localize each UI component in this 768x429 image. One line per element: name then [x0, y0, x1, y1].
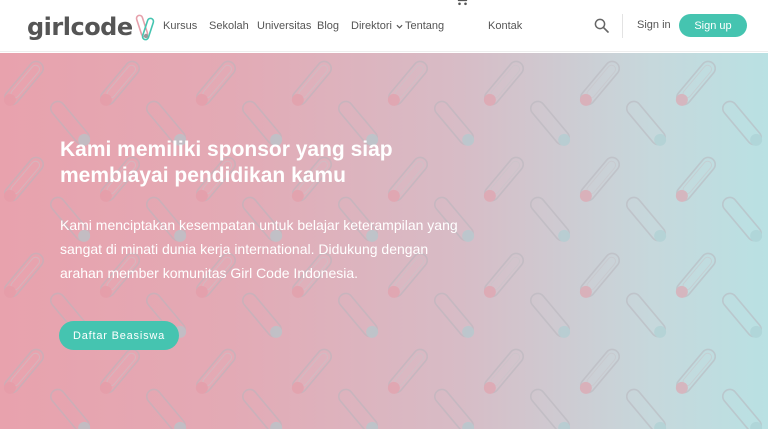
cart-icon: [457, 0, 468, 6]
nav-tentang[interactable]: Tentang: [405, 20, 444, 32]
nav-cart[interactable]: [454, 0, 469, 6]
signin-link[interactable]: Sign in: [637, 19, 671, 31]
nav-universitas[interactable]: Universitas: [257, 20, 311, 32]
nav-direktori-label: Direktori: [351, 20, 392, 32]
search-icon[interactable]: [594, 18, 609, 33]
daftar-beasiswa-button[interactable]: Daftar Beasiswa: [59, 321, 179, 350]
hero-title: Kami memiliki sponsor yang siap membiaya…: [60, 138, 393, 187]
hero-section: Kami memiliki sponsor yang siap membiaya…: [0, 53, 768, 429]
safety-pin-logo-icon: [135, 14, 154, 41]
nav-kontak[interactable]: Kontak: [488, 20, 522, 32]
logo-text: girlcode: [27, 13, 133, 41]
signup-button[interactable]: Sign up: [679, 14, 747, 37]
chevron-down-icon: [396, 24, 403, 29]
header-divider: [622, 14, 623, 38]
logo[interactable]: girlcode: [27, 11, 158, 43]
site-header: girlcode Kursus Sekolah Universitas Blog…: [0, 0, 768, 52]
hero-description: Kami menciptakan kesempatan untuk belaja…: [60, 217, 458, 281]
nav-blog[interactable]: Blog: [317, 20, 339, 32]
nav-kursus[interactable]: Kursus: [163, 20, 197, 32]
nav-sekolah[interactable]: Sekolah: [209, 20, 249, 32]
nav-direktori[interactable]: Direktori: [351, 20, 403, 32]
